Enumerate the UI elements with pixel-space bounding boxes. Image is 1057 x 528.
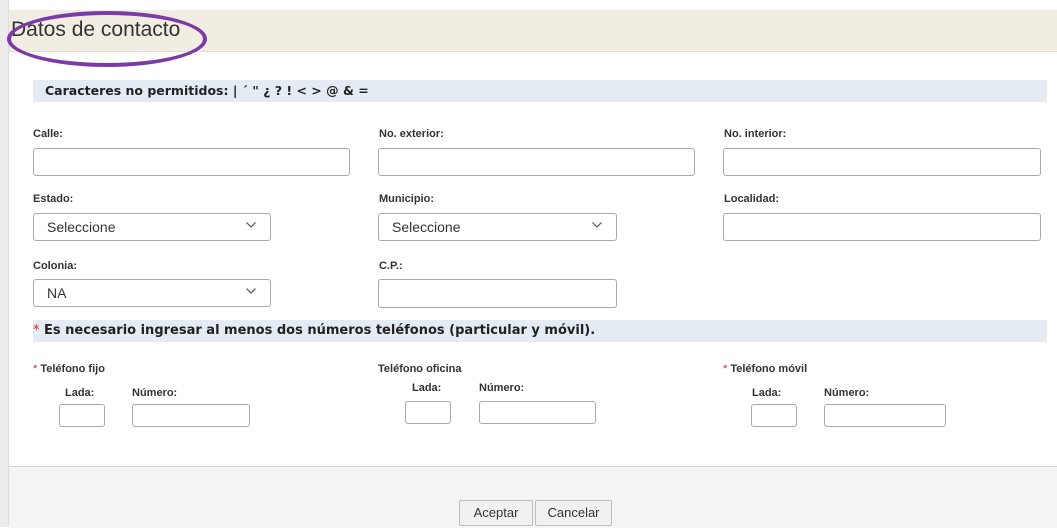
phone-notice-text: Es necesario ingresar al menos dos númer… [44, 323, 596, 338]
colonia-value: NA [47, 285, 67, 301]
required-marker: * [723, 363, 728, 375]
no-interior-label: No. interior: [724, 128, 787, 140]
movil-lada-input[interactable] [751, 404, 797, 427]
chevron-down-icon [592, 222, 602, 228]
calle-input[interactable] [33, 148, 350, 176]
required-marker: * [33, 323, 40, 338]
telefono-movil-label: * Teléfono móvil [723, 363, 807, 375]
telefono-fijo-text: Teléfono fijo [40, 363, 105, 375]
calle-label: Calle: [33, 128, 63, 140]
municipio-select[interactable]: Seleccione [378, 213, 617, 241]
colonia-label: Colonia: [33, 260, 77, 272]
phone-notice-banner: * Es necesario ingresar al menos dos núm… [33, 320, 1047, 342]
chevron-down-icon [246, 222, 256, 228]
municipio-label: Municipio: [379, 193, 434, 205]
colonia-select[interactable]: NA [33, 279, 271, 307]
telefono-oficina-label: Teléfono oficina [378, 363, 462, 375]
cp-label: C.P.: [379, 260, 403, 272]
movil-lada-label: Lada: [752, 387, 782, 399]
oficina-lada-input[interactable] [405, 401, 451, 424]
notice-text: Caracteres no permitidos: | ´ " ¿ ? ! < … [45, 83, 369, 98]
left-edge [0, 0, 9, 527]
cancel-button[interactable]: Cancelar [535, 500, 612, 526]
localidad-input[interactable] [723, 213, 1041, 241]
highlight-circle-annotation [7, 11, 207, 67]
no-exterior-label: No. exterior: [379, 128, 444, 140]
form-footer [9, 466, 1057, 528]
oficina-numero-label: Número: [479, 382, 525, 394]
estado-label: Estado: [33, 193, 74, 205]
fijo-lada-input[interactable] [59, 404, 105, 427]
municipio-value: Seleccione [392, 219, 461, 235]
movil-numero-input[interactable] [824, 404, 946, 427]
localidad-label: Localidad: [724, 193, 780, 205]
estado-value: Seleccione [47, 219, 116, 235]
oficina-numero-input[interactable] [479, 401, 596, 424]
cp-input[interactable] [378, 279, 617, 308]
fijo-lada-label: Lada: [65, 387, 95, 399]
movil-numero-label: Número: [824, 387, 870, 399]
required-marker: * [33, 363, 38, 375]
fijo-numero-label: Número: [132, 387, 178, 399]
telefono-movil-text: Teléfono móvil [730, 363, 808, 375]
notice-banner: Caracteres no permitidos: | ´ " ¿ ? ! < … [33, 80, 1047, 102]
fijo-numero-input[interactable] [132, 404, 250, 427]
telefono-fijo-label: * Teléfono fijo [33, 363, 105, 375]
accept-button[interactable]: Aceptar [459, 500, 533, 526]
no-exterior-input[interactable] [378, 148, 695, 176]
chevron-down-icon [246, 288, 256, 294]
title-bar: Datos de contacto [7, 10, 1057, 67]
no-interior-input[interactable] [723, 148, 1041, 176]
contact-form-page: Datos de contacto Caracteres no permitid… [0, 0, 1057, 528]
estado-select[interactable]: Seleccione [33, 213, 271, 241]
oficina-lada-label: Lada: [412, 382, 442, 394]
